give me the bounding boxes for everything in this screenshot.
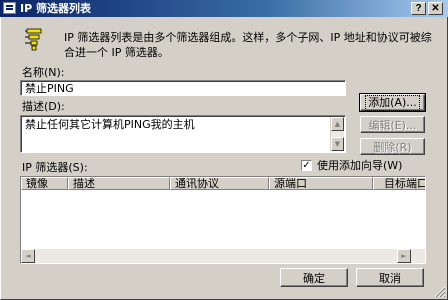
column-header-description[interactable]: 描述 (68, 177, 170, 190)
window-icon (3, 2, 16, 14)
scroll-left-arrow-icon[interactable]: ◄ (21, 249, 35, 263)
name-label-shortcut: (N): (44, 66, 65, 79)
filters-label-text: IP 筛选器 (22, 161, 69, 174)
help-button[interactable]: ? (411, 2, 426, 15)
add-button-label: 添加(A)... (365, 95, 420, 111)
name-label-text: 名称 (22, 66, 44, 79)
column-header-source-port[interactable]: 源端口 (269, 177, 373, 190)
close-button[interactable]: ✕ (428, 2, 443, 15)
wizard-label-shortcut: (W) (383, 159, 403, 172)
scroll-right-arrow-icon[interactable]: ► (397, 249, 411, 263)
description-text: 禁止任何其它计算机PING我的主机 (25, 118, 195, 131)
add-button[interactable]: 添加(A)... (359, 93, 426, 112)
ok-button[interactable]: 确定 (280, 268, 348, 287)
wizard-checkbox[interactable]: ✓ (301, 160, 312, 171)
column-header-destination-port[interactable]: 目标端口 (373, 177, 425, 190)
cancel-button[interactable]: 取消 (356, 268, 424, 287)
resize-grip-icon[interactable] (434, 286, 446, 298)
name-label: 名称(N): (22, 66, 65, 80)
name-input[interactable] (20, 80, 346, 96)
description-label-text: 描述 (22, 100, 44, 113)
scroll-down-arrow-icon[interactable]: ▼ (331, 137, 344, 151)
description-label: 描述(D): (22, 100, 65, 114)
description-textarea[interactable]: 禁止任何其它计算机PING我的主机 (20, 115, 346, 153)
wizard-label[interactable]: 使用添加向导(W) (317, 159, 402, 173)
filters-list[interactable]: 镜像 描述 通讯协议 源端口 目标端口 ◄ ► (20, 176, 426, 264)
edit-button[interactable]: 编辑(E)... (360, 116, 425, 133)
column-header-mirror[interactable]: 镜像 (21, 177, 68, 190)
description-label-shortcut: (D): (44, 100, 65, 113)
horizontal-scrollbar[interactable]: ◄ ► (21, 249, 425, 263)
wizard-label-text: 使用添加向导 (317, 159, 383, 172)
filters-label-shortcut: (S): (68, 161, 88, 174)
description-scrollbar[interactable]: ▲ ▼ (330, 117, 344, 151)
column-header-protocol[interactable]: 通讯协议 (170, 177, 269, 190)
remove-button[interactable]: 删除(R) (360, 138, 425, 155)
filters-label: IP 筛选器(S): (22, 161, 88, 175)
filter-list-icon (25, 28, 42, 51)
scroll-up-arrow-icon[interactable]: ▲ (331, 117, 344, 131)
intro-text: IP 筛选器列表是由多个筛选器组成。这样，多个子网、IP 地址和协议可被综合进一… (64, 31, 432, 59)
window-title: IP 筛选器列表 (20, 2, 91, 15)
